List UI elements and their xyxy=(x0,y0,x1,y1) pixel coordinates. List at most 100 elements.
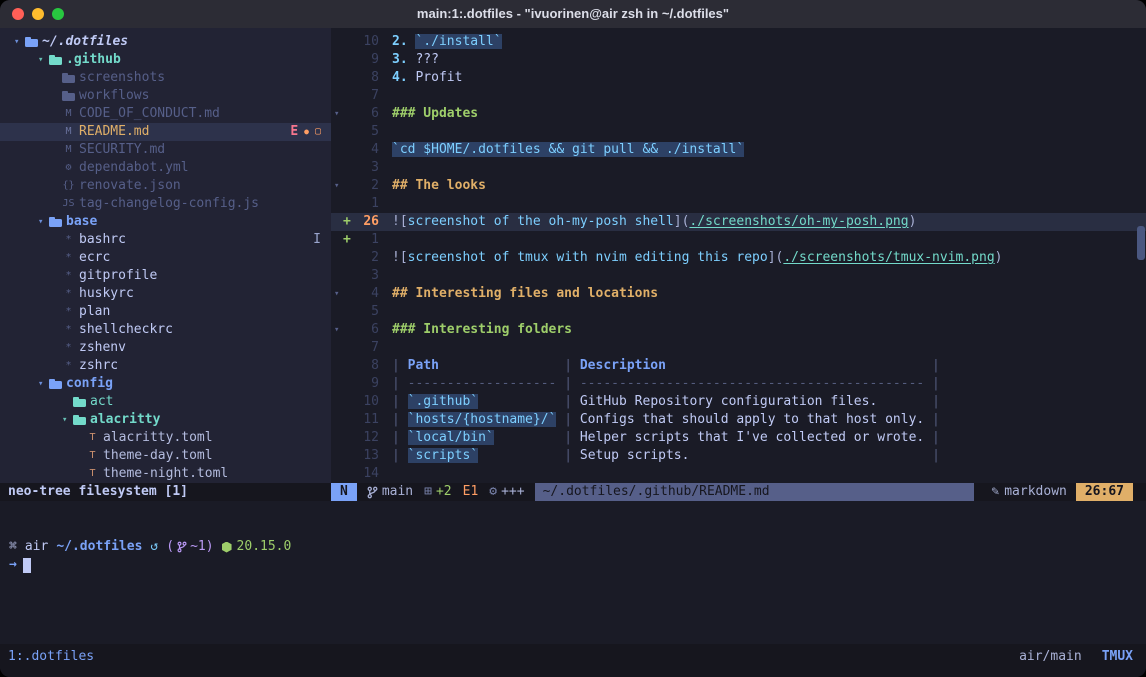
tree-item-label: alacritty.toml xyxy=(103,429,213,447)
sign-column xyxy=(343,375,355,393)
tree-item-code-of-conduct-md[interactable]: MCODE_OF_CONDUCT.md xyxy=(0,105,331,123)
tree-item-gitprofile[interactable]: *gitprofile xyxy=(0,267,331,285)
folder-icon xyxy=(49,54,62,67)
line-number: 3 xyxy=(355,267,379,285)
editor-line[interactable]: 7 xyxy=(331,339,1146,357)
tree-item-github[interactable]: ▾.github xyxy=(0,51,331,69)
tree-item-theme-day-toml[interactable]: Ttheme-day.toml xyxy=(0,447,331,465)
sign-column xyxy=(343,195,355,213)
sign-column xyxy=(343,465,355,483)
tree-item-alacritty[interactable]: ▾alacritty xyxy=(0,411,331,429)
tree-item-readme-md[interactable]: MREADME.mdE●▢ xyxy=(0,123,331,141)
editor-line[interactable]: 14 xyxy=(331,465,1146,483)
editor-line[interactable]: 102. `./install` xyxy=(331,33,1146,51)
editor-line[interactable]: 3 xyxy=(331,267,1146,285)
fold-indicator[interactable]: ▾ xyxy=(331,105,343,123)
editor-line[interactable]: 4`cd $HOME/.dotfiles && git pull && ./in… xyxy=(331,141,1146,159)
editor-line[interactable]: 3 xyxy=(331,159,1146,177)
chevron-down-icon[interactable]: ▾ xyxy=(14,33,25,51)
tree-item-bashrc[interactable]: *bashrcI xyxy=(0,231,331,249)
editor-line[interactable]: ▾ 4## Interesting files and locations xyxy=(331,285,1146,303)
tree-item-act[interactable]: act xyxy=(0,393,331,411)
editor-line[interactable]: 9| ------------------- | ---------------… xyxy=(331,375,1146,393)
editor-line-current[interactable]: +26![screenshot of the oh-my-posh shell]… xyxy=(331,213,1146,231)
editor-line[interactable]: ▾ 6### Updates xyxy=(331,105,1146,123)
text-segment: Configs that should apply to that host o… xyxy=(580,412,924,427)
chevron-down-icon[interactable]: ▾ xyxy=(38,375,49,393)
text-segment: Path xyxy=(408,358,439,373)
close-button[interactable] xyxy=(12,8,24,20)
tree-item-workflows[interactable]: workflows xyxy=(0,87,331,105)
text-segment: | xyxy=(556,448,579,463)
fullscreen-button[interactable] xyxy=(52,8,64,20)
editor-line[interactable]: 8| Path | Description | xyxy=(331,357,1146,375)
line-number: 6 xyxy=(355,321,379,339)
sign-column xyxy=(343,87,355,105)
asterisk-icon: * xyxy=(62,249,75,267)
folder-icon xyxy=(73,396,86,409)
text-segment: screenshot of the oh-my-posh shell xyxy=(408,214,674,229)
chevron-down-icon[interactable]: ▾ xyxy=(38,51,49,69)
editor-line[interactable]: 7 xyxy=(331,87,1146,105)
text-segment: | xyxy=(924,394,940,409)
traffic-lights xyxy=(12,8,64,20)
editor-line[interactable]: 2![screenshot of tmux with nvim editing … xyxy=(331,249,1146,267)
text-segment: ----------------------------------------… xyxy=(580,376,924,391)
tree-item-dependabot-yml[interactable]: ⚙dependabot.yml xyxy=(0,159,331,177)
line-text: 4. Profit xyxy=(392,69,462,87)
text-cursor: I xyxy=(313,231,321,249)
file-path[interactable]: ~/.dotfiles/.github/README.md xyxy=(535,483,975,501)
tmux-window-label[interactable]: 1:.dotfiles xyxy=(8,648,94,666)
line-text: ### Interesting folders xyxy=(392,321,572,339)
editor-line[interactable]: +1 xyxy=(331,231,1146,249)
editor-line[interactable]: ▾ 2## The looks xyxy=(331,177,1146,195)
tree-item-config[interactable]: ▾config xyxy=(0,375,331,393)
tree-item-renovate-json[interactable]: {}renovate.json xyxy=(0,177,331,195)
tree-item-zshrc[interactable]: *zshrc xyxy=(0,357,331,375)
tmux-pane-shell[interactable]: ⌘ air ~/.dotfiles ↺ ( ~1) 20.15.0 → xyxy=(0,501,1146,644)
node-version: 20.15.0 xyxy=(222,538,292,556)
tree-item-plan[interactable]: *plan xyxy=(0,303,331,321)
minimize-button[interactable] xyxy=(32,8,44,20)
shell-input-line[interactable]: → xyxy=(9,556,31,574)
tree-item-dotfiles[interactable]: ▾~/.dotfiles xyxy=(0,33,331,51)
text-segment: 4. xyxy=(392,70,415,85)
fold-indicator[interactable]: ▾ xyxy=(331,177,343,195)
editor-line[interactable]: 10| `.github` | GitHub Repository config… xyxy=(331,393,1146,411)
tree-item-zshenv[interactable]: *zshenv xyxy=(0,339,331,357)
editor-line[interactable]: ▾ 6 ### Interesting folders xyxy=(331,321,1146,339)
fold-indicator[interactable]: ▾ xyxy=(331,285,343,303)
tree-item-ecrc[interactable]: *ecrc xyxy=(0,249,331,267)
editor-line[interactable]: 84. Profit xyxy=(331,69,1146,87)
tree-item-huskyrc[interactable]: *huskyrc xyxy=(0,285,331,303)
text-segment: ) xyxy=(909,214,917,229)
editor-line[interactable]: 5 xyxy=(331,303,1146,321)
chevron-down-icon[interactable]: ▾ xyxy=(38,213,49,231)
line-number: 7 xyxy=(355,87,379,105)
tree-item-screenshots[interactable]: screenshots xyxy=(0,69,331,87)
fold-column xyxy=(331,159,343,177)
tree-item-alacritty-toml[interactable]: Talacritty.toml xyxy=(0,429,331,447)
window-titlebar[interactable]: main:1:.dotfiles - "ivuorinen@air zsh in… xyxy=(0,0,1146,28)
tree-item-theme-night-toml[interactable]: Ttheme-night.toml xyxy=(0,465,331,483)
tree-item-tag-changelog-config-js[interactable]: JStag-changelog-config.js xyxy=(0,195,331,213)
editor-line[interactable]: 5 xyxy=(331,123,1146,141)
editor-line[interactable]: 93. ??? xyxy=(331,51,1146,69)
tree-item-base[interactable]: ▾base xyxy=(0,213,331,231)
markdown-link-url[interactable]: ./screenshots/tmux-nvim.png xyxy=(783,250,994,265)
editor-line[interactable]: 11| `hosts/{hostname}/` | Configs that s… xyxy=(331,411,1146,429)
tree-item-security-md[interactable]: MSECURITY.md xyxy=(0,141,331,159)
chevron-down-icon[interactable]: ▾ xyxy=(62,411,73,429)
editor-line[interactable]: 12| `local/bin` | Helper scripts that I'… xyxy=(331,429,1146,447)
git-status-count: ~1) xyxy=(190,538,213,556)
markdown-link-url[interactable]: ./screenshots/oh-my-posh.png xyxy=(689,214,908,229)
text-segment: ## Interesting files and locations xyxy=(392,286,658,301)
fold-indicator[interactable]: ▾ xyxy=(331,321,343,339)
editor-pane[interactable]: 102. `./install` 93. ??? 84. Profit 7▾ 6… xyxy=(331,28,1146,483)
editor-line[interactable]: 1 xyxy=(331,195,1146,213)
scrollbar-thumb[interactable] xyxy=(1137,226,1145,260)
text-segment xyxy=(439,358,556,373)
tree-item-label: SECURITY.md xyxy=(79,141,165,159)
tree-item-shellcheckrc[interactable]: *shellcheckrc xyxy=(0,321,331,339)
editor-line[interactable]: 13| `scripts` | Setup scripts. | xyxy=(331,447,1146,465)
